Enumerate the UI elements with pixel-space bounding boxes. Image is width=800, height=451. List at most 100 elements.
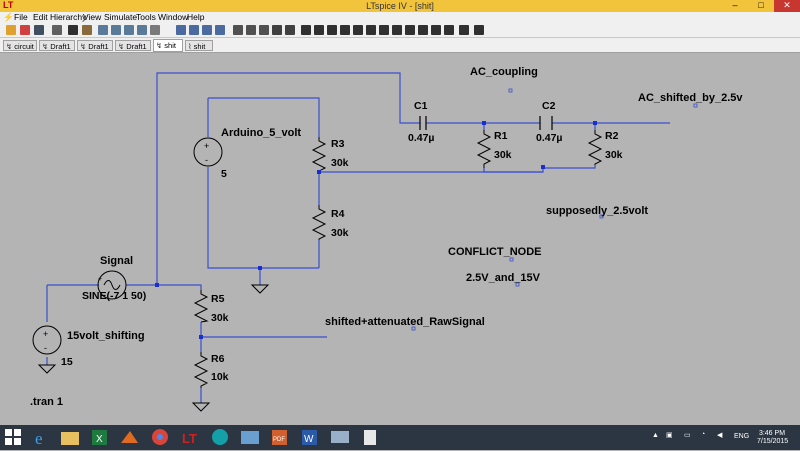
menu-window[interactable]: Window xyxy=(158,12,188,23)
menu-help[interactable]: Help xyxy=(187,12,204,23)
r1-name[interactable]: R1 xyxy=(494,130,507,142)
open-icon[interactable] xyxy=(6,25,16,35)
word-icon[interactable]: W xyxy=(298,427,322,448)
r6-value[interactable]: 10k xyxy=(211,371,229,383)
excel-icon[interactable]: X xyxy=(88,427,112,448)
signal-source-name[interactable]: Signal xyxy=(100,255,133,267)
remote-icon[interactable] xyxy=(328,427,352,448)
run-icon[interactable] xyxy=(68,25,78,35)
notepad-icon[interactable] xyxy=(358,427,382,448)
chrome-icon[interactable] xyxy=(148,427,172,448)
drag-icon[interactable] xyxy=(418,25,428,35)
new-schematic-icon[interactable] xyxy=(20,25,30,35)
tab-draft1-a[interactable]: ↯ Draft1 xyxy=(39,40,75,51)
start-icon[interactable] xyxy=(4,428,22,446)
control-panel-icon[interactable] xyxy=(52,25,62,35)
arduino-icon[interactable] xyxy=(208,427,232,448)
net-label-conflict[interactable]: CONFLICT_NODE xyxy=(448,246,542,258)
language-indicator[interactable]: ENG xyxy=(734,433,749,440)
net-label-ac-coupling[interactable]: AC_coupling xyxy=(470,66,538,78)
component-icon[interactable] xyxy=(392,25,402,35)
tray-up-arrow-icon[interactable]: ▲ xyxy=(652,432,659,439)
zoom-fit-icon[interactable] xyxy=(137,25,147,35)
print-icon[interactable] xyxy=(285,25,295,35)
tab-shit-waveform[interactable]: ⌇ shit xyxy=(185,40,213,51)
net-label-ac-shifted[interactable]: AC_shifted_by_2.5v xyxy=(638,92,743,104)
tray-monitor-icon[interactable]: ▭ xyxy=(684,431,691,439)
minimize-button[interactable]: – xyxy=(722,0,748,12)
r6-name[interactable]: R6 xyxy=(211,353,224,365)
halt-icon[interactable] xyxy=(82,25,92,35)
r4-name[interactable]: R4 xyxy=(331,208,344,220)
r1-value[interactable]: 30k xyxy=(494,149,512,161)
menu-simulate[interactable]: Simulate xyxy=(104,12,137,23)
r3-value[interactable]: 30k xyxy=(331,157,349,169)
ground-icon[interactable] xyxy=(314,25,324,35)
resistor-icon[interactable] xyxy=(340,25,350,35)
signal-source-value[interactable]: SINE(-7 1 50) xyxy=(82,290,146,302)
zoom-out-icon[interactable] xyxy=(124,25,134,35)
r2-name[interactable]: R2 xyxy=(605,130,618,142)
pan-icon[interactable] xyxy=(111,25,121,35)
schematic-drawing[interactable]: + - + + - xyxy=(0,53,800,425)
arduino-source-value[interactable]: 5 xyxy=(221,168,227,180)
c1-name[interactable]: C1 xyxy=(414,100,427,112)
r3-name[interactable]: R3 xyxy=(331,138,344,150)
r4-value[interactable]: 30k xyxy=(331,227,349,239)
find-icon[interactable] xyxy=(272,25,282,35)
menu-hierarchy[interactable]: Hierarchy xyxy=(50,12,86,23)
menu-view[interactable]: View xyxy=(83,12,101,23)
zoom-in-icon[interactable] xyxy=(98,25,108,35)
doc-icon[interactable]: ⚡ xyxy=(3,12,14,23)
menu-file[interactable]: File xyxy=(14,12,28,23)
maximize-button[interactable]: □ xyxy=(748,0,774,12)
matlab-icon[interactable] xyxy=(118,427,142,448)
tile-vertical-icon[interactable] xyxy=(189,25,199,35)
c2-value[interactable]: 0.47µ xyxy=(536,132,563,144)
c1-value[interactable]: 0.47µ xyxy=(408,132,435,144)
net-label-conflict-value[interactable]: 2.5V_and_15V xyxy=(466,272,540,284)
close-all-icon[interactable] xyxy=(215,25,225,35)
tray-wifi-icon[interactable]: ◔ xyxy=(701,431,705,438)
net-label-supposedly[interactable]: supposedly_2.5volt xyxy=(546,205,648,217)
pdf-icon[interactable]: PDF xyxy=(268,427,292,448)
c2-name[interactable]: C2 xyxy=(542,100,555,112)
undo-icon[interactable] xyxy=(431,25,441,35)
tile-horizontal-icon[interactable] xyxy=(176,25,186,35)
inductor-icon[interactable] xyxy=(366,25,376,35)
explorer-icon[interactable] xyxy=(58,427,82,448)
tab-draft1-b[interactable]: ↯ Draft1 xyxy=(77,40,113,51)
ltspice-icon[interactable]: LT xyxy=(178,427,202,448)
arduino-source-name[interactable]: Arduino_5_volt xyxy=(221,127,301,139)
tab-draft1-c[interactable]: ↯ Draft1 xyxy=(115,40,151,51)
label-net-icon[interactable] xyxy=(327,25,337,35)
copy-icon[interactable] xyxy=(246,25,256,35)
wire-icon[interactable] xyxy=(301,25,311,35)
schematic-canvas[interactable]: + - + + - AC_coupling AC_shifted_by_2.5v… xyxy=(0,53,800,425)
tab-circuit[interactable]: ↯ circuit xyxy=(3,40,37,51)
shift-source-name[interactable]: 15volt_shifting xyxy=(67,330,145,342)
save-icon[interactable] xyxy=(34,25,44,35)
tray-network-icon[interactable]: ▣ xyxy=(666,431,673,439)
move-icon[interactable] xyxy=(405,25,415,35)
shift-source-value[interactable]: 15 xyxy=(61,356,73,368)
menu-tools[interactable]: Tools xyxy=(136,12,156,23)
ie-icon[interactable]: e xyxy=(30,427,54,448)
close-button[interactable]: ✕ xyxy=(774,0,800,12)
paste-icon[interactable] xyxy=(259,25,269,35)
capacitor-icon[interactable] xyxy=(353,25,363,35)
diode-icon[interactable] xyxy=(379,25,389,35)
cut-icon[interactable] xyxy=(233,25,243,35)
tab-shit-active[interactable]: ↯ shit xyxy=(153,39,183,52)
cascade-icon[interactable] xyxy=(202,25,212,35)
autorange-icon[interactable] xyxy=(150,25,160,35)
clock[interactable]: 3:46 PM 7/15/2015 xyxy=(757,430,788,446)
redo-icon[interactable] xyxy=(444,25,454,35)
text-icon[interactable] xyxy=(459,25,469,35)
photos-icon[interactable] xyxy=(238,427,262,448)
spice-directive[interactable]: .tran 1 xyxy=(30,396,63,408)
r5-value[interactable]: 30k xyxy=(211,312,229,324)
spice-directive-icon[interactable] xyxy=(474,25,484,35)
r5-name[interactable]: R5 xyxy=(211,293,224,305)
r2-value[interactable]: 30k xyxy=(605,149,623,161)
